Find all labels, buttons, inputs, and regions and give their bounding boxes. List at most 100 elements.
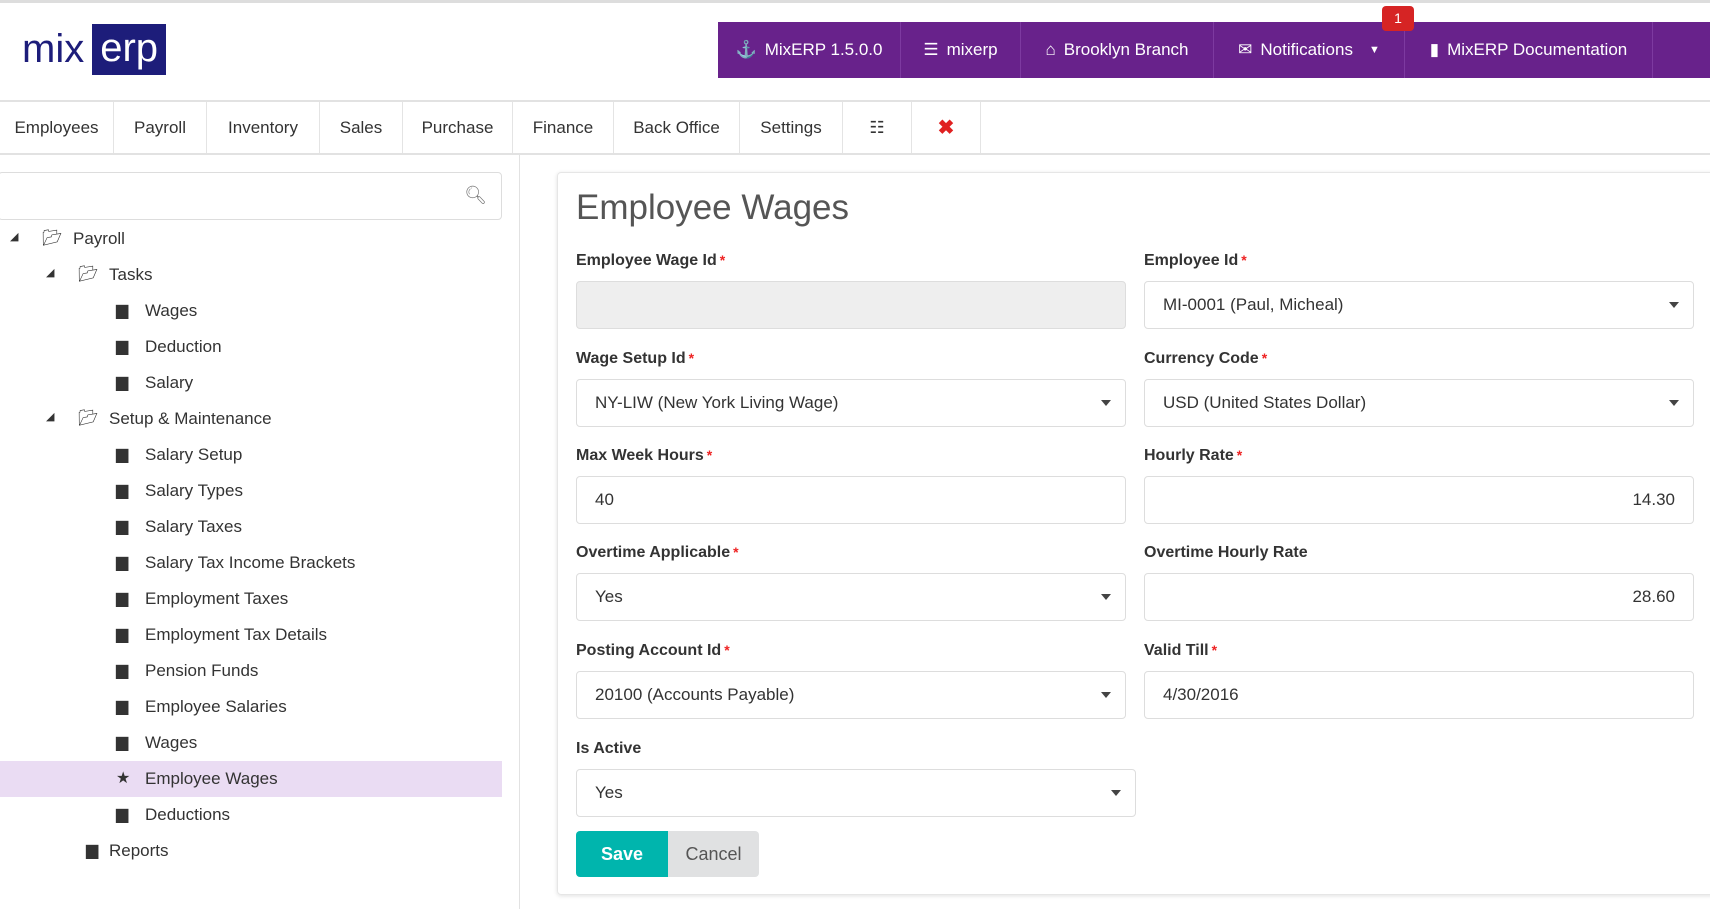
file-icon: ▆ <box>116 482 129 499</box>
version-menu-item[interactable]: ⚓ MixERP 1.5.0.0 <box>718 22 901 78</box>
book-icon: ▮ <box>1429 40 1440 59</box>
file-icon: ▆ <box>116 698 129 715</box>
file-icon: ▆ <box>116 518 129 535</box>
search-icon[interactable]: 🔍︎ <box>464 185 487 206</box>
posting-account-id-select[interactable]: 20100 (Accounts Payable) <box>576 671 1126 719</box>
tree-item-label: Wages <box>145 733 198 752</box>
page-title: Employee Wages <box>576 188 849 227</box>
is-active-label: Is Active <box>576 740 642 757</box>
logo[interactable]: mix erp <box>22 24 167 75</box>
tree-search-input[interactable]: 🔍︎ <box>0 172 502 220</box>
tree-item[interactable]: ▆ Deductions <box>0 797 502 833</box>
tab-inventory[interactable]: Inventory <box>207 102 320 153</box>
file-icon: ▆ <box>116 446 129 463</box>
folder-open-icon: 📂︎ <box>42 230 63 247</box>
sliders-icon[interactable]: ☷ <box>843 102 912 153</box>
tree-item-label: Employment Tax Details <box>145 625 328 644</box>
overtime-hourly-rate-input[interactable]: 28.60 <box>1144 573 1694 621</box>
star-icon: ★ <box>116 770 131 787</box>
documentation-menu-item[interactable]: ▮ MixERP Documentation <box>1405 22 1653 78</box>
save-button[interactable]: Save <box>576 831 668 877</box>
file-icon: ▆ <box>116 338 129 355</box>
tree-item-label: Salary Tax Income Brackets <box>145 553 356 572</box>
tree-item-label: Employee Wages <box>145 769 278 788</box>
file-icon: ▆ <box>116 590 129 607</box>
close-icon[interactable]: ✖ <box>912 102 981 153</box>
tree-item-label: Employment Taxes <box>145 589 289 608</box>
folder-open-icon: 📂︎ <box>78 266 99 283</box>
currency-code-select[interactable]: USD (United States Dollar) <box>1144 379 1694 427</box>
dropdown-caret-icon <box>1111 790 1121 796</box>
tree-item[interactable]: ◢ 📂︎ Tasks <box>0 257 502 293</box>
cancel-button[interactable]: Cancel <box>668 831 759 877</box>
expand-arrow-icon[interactable]: ◢ <box>10 230 18 243</box>
overtime-applicable-select[interactable]: Yes <box>576 573 1126 621</box>
wage-setup-id-label: Wage Setup Id * <box>576 350 695 367</box>
tree-item-label: Pension Funds <box>145 661 259 680</box>
expand-arrow-icon[interactable]: ◢ <box>46 266 54 279</box>
tree-item-label: Salary <box>145 373 194 392</box>
tree-item[interactable]: ▆ Salary Tax Income Brackets <box>0 545 502 581</box>
tree-item[interactable]: ▆ Wages <box>0 725 502 761</box>
tab-payroll[interactable]: Payroll <box>114 102 207 153</box>
notification-badge[interactable]: 1 <box>1382 6 1414 31</box>
tree-item[interactable]: ▆ Deduction <box>0 329 502 365</box>
file-icon: ▆ <box>116 302 129 319</box>
tree-item-label: Setup & Maintenance <box>109 409 272 428</box>
tree-item[interactable]: ▆ Salary Types <box>0 473 502 509</box>
dropdown-caret-icon <box>1101 594 1111 600</box>
tree-item[interactable]: ◢ 📂︎ Payroll <box>0 221 502 257</box>
tree-item[interactable]: ▆ Reports <box>0 833 502 869</box>
file-icon: ▆ <box>116 626 129 643</box>
tree-item[interactable]: ▆ Salary Setup <box>0 437 502 473</box>
max-week-hours-input[interactable]: 40 <box>576 476 1126 524</box>
tab-settings[interactable]: Settings <box>740 102 843 153</box>
file-icon: ▆ <box>116 734 129 751</box>
employee-wage-id-label: Employee Wage Id * <box>576 252 726 269</box>
employee-id-label: Employee Id * <box>1144 252 1247 269</box>
dropdown-caret-icon <box>1101 692 1111 698</box>
tree-item[interactable]: ▆ Salary <box>0 365 502 401</box>
tree-item[interactable]: ▆ Employment Tax Details <box>0 617 502 653</box>
tree-item[interactable]: ▆ Pension Funds <box>0 653 502 689</box>
tab-finance[interactable]: Finance <box>513 102 614 153</box>
notifications-menu-item[interactable]: ✉ Notifications ▼ <box>1214 22 1405 78</box>
tab-sales[interactable]: Sales <box>320 102 403 153</box>
notifications-label: Notifications <box>1260 40 1353 59</box>
wage-setup-id-select[interactable]: NY-LIW (New York Living Wage) <box>576 379 1126 427</box>
file-icon: ▆ <box>116 374 129 391</box>
tree-item-label: Payroll <box>73 229 125 248</box>
database-menu-item[interactable]: ☰ mixerp <box>901 22 1021 78</box>
is-active-select[interactable]: Yes <box>576 769 1136 817</box>
overtime-applicable-label: Overtime Applicable * <box>576 544 739 561</box>
employee-id-select[interactable]: MI-0001 (Paul, Micheal) <box>1144 281 1694 329</box>
hourly-rate-input[interactable]: 14.30 <box>1144 476 1694 524</box>
tree-item-label: Deduction <box>145 337 222 356</box>
tab-purchase[interactable]: Purchase <box>403 102 513 153</box>
max-week-hours-label: Max Week Hours * <box>576 447 713 464</box>
overtime-hourly-rate-label: Overtime Hourly Rate <box>1144 544 1308 561</box>
dropdown-caret-icon <box>1101 400 1111 406</box>
valid-till-label: Valid Till * <box>1144 642 1218 659</box>
tree-item-label: Tasks <box>109 265 153 284</box>
tree-item[interactable]: ▆ Employee Salaries <box>0 689 502 725</box>
expand-arrow-icon[interactable]: ◢ <box>46 410 54 423</box>
tab-back-office[interactable]: Back Office <box>614 102 740 153</box>
tree-item[interactable]: ★ Employee Wages <box>0 761 502 797</box>
file-icon: ▆ <box>116 662 129 679</box>
branch-menu-item[interactable]: ⌂ Brooklyn Branch <box>1021 22 1214 78</box>
tree-item[interactable]: ◢ 📂︎ Setup & Maintenance <box>0 401 502 437</box>
tree-item[interactable]: ▆ Salary Taxes <box>0 509 502 545</box>
tree-item[interactable]: ▆ Employment Taxes <box>0 581 502 617</box>
employee-wage-id-input[interactable] <box>576 281 1126 329</box>
file-icon: ▆ <box>116 806 129 823</box>
tree-item-label: Salary Taxes <box>145 517 243 536</box>
tree-item-label: Reports <box>109 841 169 860</box>
tree-item[interactable]: ▆ Wages <box>0 293 502 329</box>
dropdown-caret-icon <box>1669 302 1679 308</box>
top-border <box>0 0 1710 3</box>
valid-till-input[interactable]: 4/30/2016 <box>1144 671 1694 719</box>
tab-employees[interactable]: Employees <box>0 102 114 153</box>
posting-account-id-label: Posting Account Id * <box>576 642 730 659</box>
top-menu-bar: ⚓ MixERP 1.5.0.0 ☰ mixerp ⌂ Brooklyn Branch… <box>718 22 1710 78</box>
